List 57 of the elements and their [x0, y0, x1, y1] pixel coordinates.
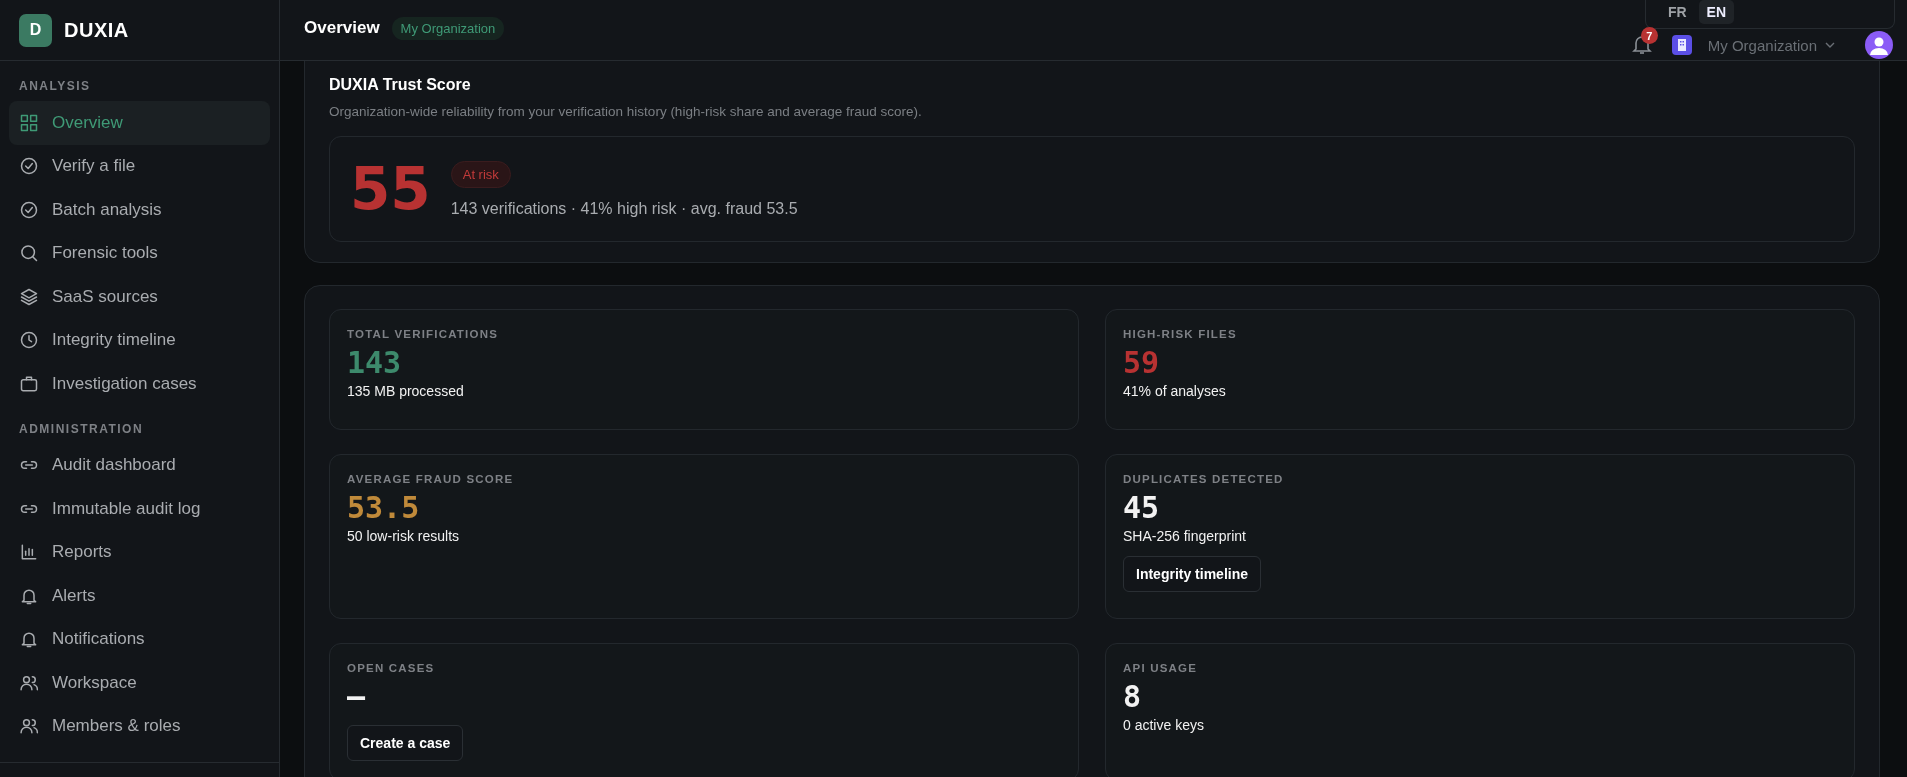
- avatar-icon[interactable]: [1865, 31, 1893, 59]
- nav-item[interactable]: Verify a file: [9, 144, 270, 188]
- stat-note: 0 active keys: [1123, 717, 1204, 733]
- panel-title: DUXIA Trust Score: [329, 76, 472, 94]
- stat-label: API USAGE: [1123, 662, 1198, 674]
- section-title: ANALYSIS: [18, 78, 92, 95]
- stat-note: SHA-256 fingerprint: [1123, 528, 1246, 544]
- page-title: Overview: [304, 18, 380, 38]
- section-title: ADMINISTRATION: [18, 420, 145, 438]
- language-option[interactable]: FR: [1659, 0, 1695, 24]
- nav-item[interactable]: Workspace: [9, 661, 270, 705]
- stat-label: DUPLICATES DETECTED: [1123, 473, 1284, 485]
- check-circle-icon: [19, 156, 39, 177]
- nav-item[interactable]: Forensic tools: [9, 231, 270, 275]
- stat-action-button[interactable]: Integrity timeline: [1123, 556, 1262, 592]
- nav-item[interactable]: Investigation cases: [9, 362, 270, 406]
- stat-label: HIGH-RISK FILES: [1123, 328, 1237, 340]
- stat-note: 135 MB processed: [347, 383, 464, 399]
- language-option[interactable]: EN: [1698, 0, 1734, 24]
- stat-value: 59: [1123, 346, 1160, 379]
- organization-badge: My Organization: [391, 16, 505, 40]
- notification-count: 7: [1640, 27, 1658, 44]
- stat-value: —: [347, 680, 366, 713]
- nav-item[interactable]: Batch analysis: [9, 188, 270, 232]
- stat-note: 50 low-risk results: [347, 528, 460, 544]
- nav-item[interactable]: Members & roles: [9, 704, 270, 748]
- check-circle-icon: [19, 199, 39, 220]
- grid-icon: [19, 112, 39, 133]
- nav-item[interactable]: Reports: [9, 530, 270, 574]
- nav-item[interactable]: SaaS sources: [9, 275, 270, 319]
- nav-item[interactable]: Alerts: [9, 574, 270, 618]
- panel-description: Organization-wide reliability from your verification history (high-risk share and average fraud score).: [329, 104, 923, 119]
- stat-value: 45: [1123, 491, 1160, 524]
- chevron-down-icon: [1825, 42, 1835, 48]
- stat-label: AVERAGE FRAUD SCORE: [347, 473, 514, 485]
- nav-item[interactable]: Audit dashboard: [9, 443, 270, 487]
- nav-item[interactable]: Notifications: [9, 617, 270, 661]
- search-icon: [19, 243, 39, 264]
- logo-icon: D: [19, 13, 52, 47]
- stat-note: 41% of analyses: [1123, 383, 1226, 399]
- building-icon: [1671, 35, 1692, 55]
- clock-icon: [19, 330, 39, 351]
- stat-label: OPEN CASES: [347, 662, 435, 674]
- brand-name: DUXIA: [64, 18, 129, 42]
- nav-item[interactable]: Immutable audit log: [9, 487, 270, 531]
- organization-switcher[interactable]: My Organization: [1707, 36, 1817, 54]
- stat-label: TOTAL VERIFICATIONS: [347, 328, 498, 340]
- nav-item[interactable]: Integrity timeline: [9, 318, 270, 362]
- stat-value: 143: [347, 346, 402, 379]
- nav-item[interactable]: Overview: [9, 101, 270, 145]
- stat-action-button[interactable]: Create a case: [347, 725, 464, 761]
- stat-value: 53.5: [347, 491, 420, 524]
- stat-value: 8: [1123, 680, 1142, 713]
- trust-summary: 143 verifications · 41% high risk · avg. fraud 53.5: [450, 199, 798, 218]
- trust-score: 55: [350, 155, 431, 223]
- status-badge: At risk: [450, 160, 511, 188]
- layers-icon: [19, 286, 39, 307]
